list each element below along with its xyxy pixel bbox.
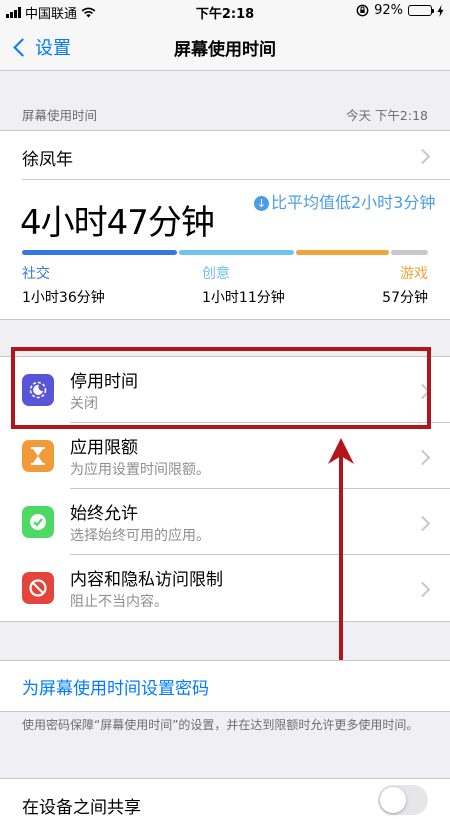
annotation-arrow-icon <box>328 438 354 698</box>
charging-icon <box>437 4 444 17</box>
section-title: 屏幕使用时间 <box>22 108 98 123</box>
usage-segment-other <box>390 250 429 255</box>
category-name: 游戏 <box>400 266 428 282</box>
row-subtitle: 为应用设置时间限额。 <box>70 462 210 478</box>
category-social: 社交 1小时36分钟 <box>22 263 105 307</box>
share-across-devices-row: 在设备之间共享 <box>0 778 450 819</box>
user-name: 徐凤年 <box>22 150 73 170</box>
category-name: 创意 <box>202 266 230 282</box>
content-privacy-row[interactable]: 内容和隐私访问限制 阻止不当内容。 <box>0 555 450 621</box>
passcode-card: 为屏幕使用时间设置密码 <box>0 660 450 712</box>
hourglass-icon <box>22 440 54 472</box>
category-time: 1小时36分钟 <box>22 290 105 306</box>
row-title: 始终允许 <box>70 504 138 524</box>
battery-icon <box>408 5 434 16</box>
rotation-lock-icon <box>356 4 369 17</box>
usage-segment <box>179 250 295 255</box>
always-allowed-row[interactable]: 始终允许 选择始终可用的应用。 <box>0 489 450 555</box>
summary-section-header: 屏幕使用时间 今天 下午2:18 <box>22 105 428 124</box>
annotation-highlight-box <box>11 347 431 429</box>
category-name: 社交 <box>22 266 50 282</box>
arrow-down-circle-icon: ↓ <box>254 196 269 211</box>
status-bar: 中国联通 下午2:18 92% <box>0 0 450 22</box>
chevron-right-icon <box>414 148 431 165</box>
share-toggle[interactable] <box>378 785 428 815</box>
usage-bar <box>22 250 429 255</box>
category-time: 57分钟 <box>382 290 428 306</box>
battery-percent: 92% <box>374 3 403 18</box>
total-usage-time: 4小时47分钟 <box>20 203 215 243</box>
comparison-text: 比平均值低2小时3分钟 <box>271 193 436 212</box>
chevron-right-icon <box>414 515 431 532</box>
status-right: 92% <box>356 3 444 18</box>
row-subtitle: 选择始终可用的应用。 <box>70 528 210 544</box>
divider <box>22 179 450 180</box>
row-title: 内容和隐私访问限制 <box>70 570 223 590</box>
average-comparison: ↓ 比平均值低2小时3分钟 <box>254 191 440 215</box>
category-time: 1小时11分钟 <box>202 290 285 306</box>
row-subtitle: 阻止不当内容。 <box>70 594 168 610</box>
usage-segment <box>296 250 389 255</box>
page-title: 屏幕使用时间 <box>174 40 276 60</box>
check-badge-icon <box>22 506 54 538</box>
usage-segment <box>22 250 178 255</box>
usage-summary-card[interactable]: 徐凤年 4小时47分钟 ↓ 比平均值低2小时3分钟 社交 1小时36分钟 创意 1… <box>0 130 450 320</box>
category-creativity: 创意 1小时11分钟 <box>202 263 285 307</box>
category-games: 游戏 57分钟 <box>382 263 428 307</box>
chevron-right-icon <box>414 581 431 598</box>
set-passcode-link[interactable]: 为屏幕使用时间设置密码 <box>22 674 209 699</box>
chevron-right-icon <box>414 449 431 466</box>
share-label: 在设备之间共享 <box>22 798 141 818</box>
row-title: 应用限额 <box>70 438 138 458</box>
no-entry-icon <box>22 572 54 604</box>
navigation-bar: 设置 屏幕使用时间 <box>0 22 450 71</box>
passcode-footnote: 使用密码保障“屏幕使用时间”的设置，并在达到限额时允许更多使用时间。 <box>22 718 419 732</box>
app-limits-row[interactable]: 应用限额 为应用设置时间限额。 <box>0 423 450 489</box>
toggle-knob <box>380 787 406 813</box>
summary-date: 今天 下午2:18 <box>345 108 428 123</box>
